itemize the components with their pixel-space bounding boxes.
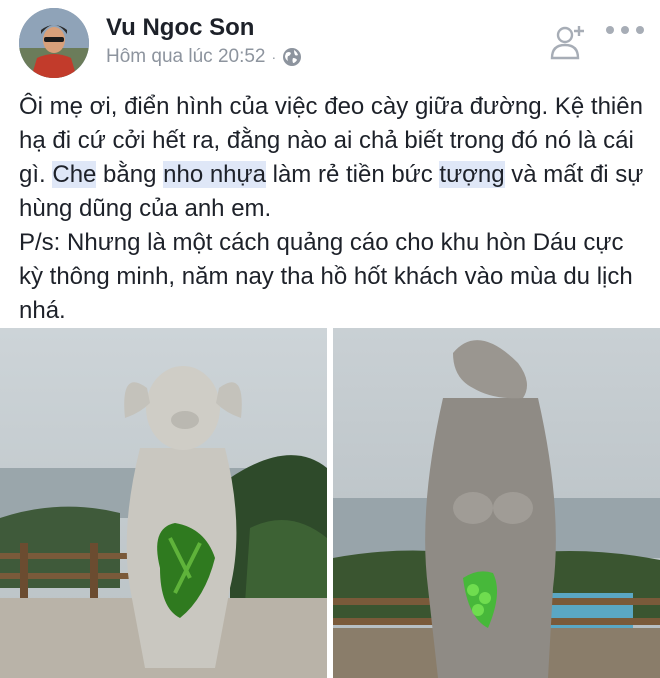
globe-icon[interactable] xyxy=(282,47,302,67)
highlight-nho-nhua[interactable]: nho nhựa xyxy=(163,161,266,188)
highlight-tuong[interactable]: tượng xyxy=(439,161,505,188)
post-timestamp[interactable]: Hôm qua lúc 20:52 xyxy=(106,46,266,68)
post-header: Vu Ngoc Son Hôm qua lúc 20:52 · xyxy=(0,0,660,84)
photo-lizard-statue[interactable] xyxy=(333,328,660,678)
photo-pig-statue[interactable] xyxy=(0,328,327,678)
text-segment: bằng xyxy=(96,161,164,188)
post-paragraph-1: Ôi mẹ ơi, điển hình của việc đeo cày giữ… xyxy=(19,90,644,226)
more-dot xyxy=(606,26,614,34)
feed-post: Vu Ngoc Son Hôm qua lúc 20:52 · Ôi mẹ ơi… xyxy=(0,0,660,678)
more-options-button[interactable] xyxy=(606,22,644,38)
more-dot xyxy=(621,26,629,34)
post-meta: Hôm qua lúc 20:52 · xyxy=(106,46,302,68)
author-avatar[interactable] xyxy=(19,8,89,78)
text-segment: làm rẻ tiền bức xyxy=(265,161,440,188)
post-paragraph-2: P/s: Nhưng là một cách quảng cáo cho khu… xyxy=(19,229,633,324)
author-name[interactable]: Vu Ngoc Son xyxy=(106,14,254,42)
post-text: Ôi mẹ ơi, điển hình của việc đeo cày giữ… xyxy=(19,90,644,328)
meta-separator: · xyxy=(271,49,277,65)
more-dot xyxy=(636,26,644,34)
add-friend-icon[interactable] xyxy=(549,22,589,62)
highlight-che[interactable]: Che xyxy=(52,161,97,188)
photo-grid xyxy=(0,328,660,678)
